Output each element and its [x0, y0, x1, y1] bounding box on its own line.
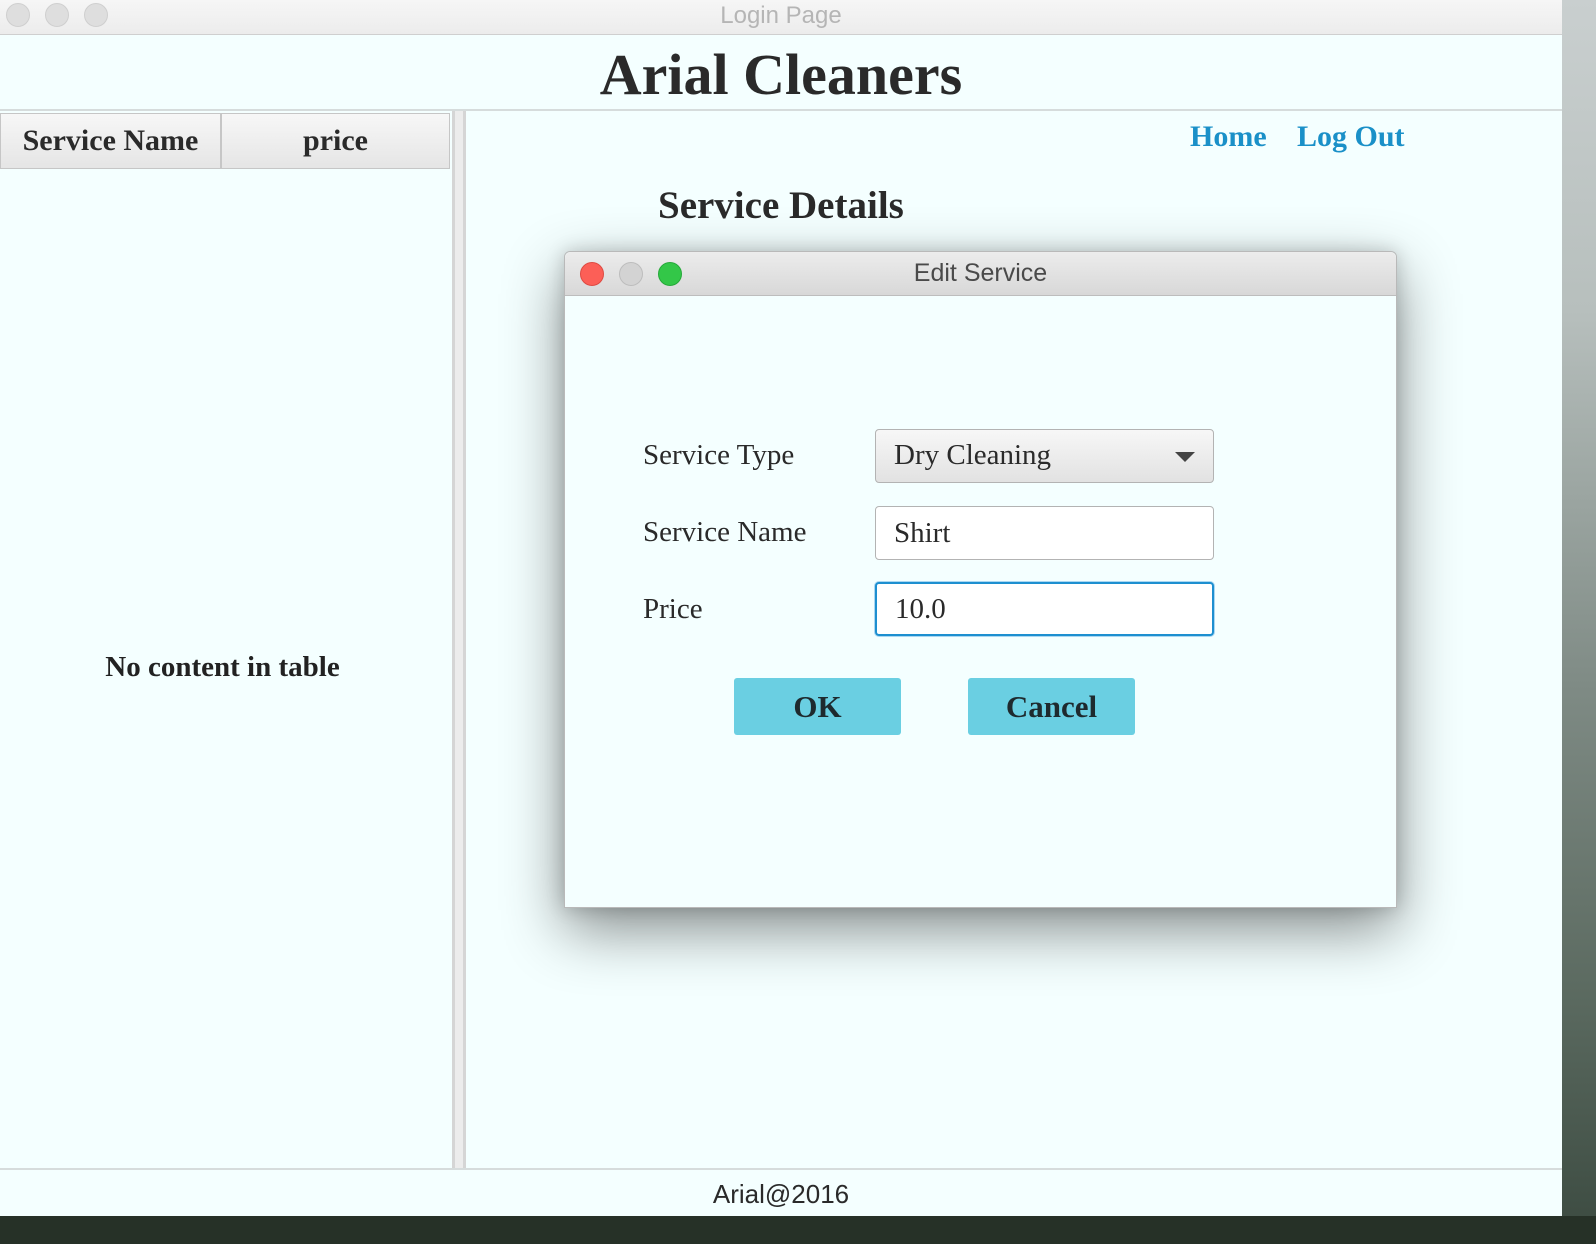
services-table: Service Name price No content in table: [0, 111, 452, 1168]
desktop-background-bottom: [0, 1216, 1596, 1244]
column-header-price[interactable]: price: [221, 113, 450, 169]
app-header: Arial Cleaners: [0, 35, 1562, 111]
price-input[interactable]: [875, 582, 1214, 636]
app-title: Arial Cleaners: [599, 42, 963, 107]
section-title: Service Details: [658, 184, 904, 227]
cancel-button[interactable]: Cancel: [968, 678, 1135, 735]
table-empty-message: No content in table: [105, 651, 340, 683]
desktop-background: [1562, 0, 1596, 1244]
service-type-label: Service Type: [643, 439, 795, 471]
dialog-title: Edit Service: [913, 259, 1048, 287]
split-pane-divider[interactable]: [452, 111, 466, 1168]
chevron-down-icon: [1175, 452, 1195, 462]
service-name-input[interactable]: [875, 506, 1214, 560]
service-type-value: Dry Cleaning: [894, 439, 1052, 471]
edit-service-dialog: Edit Service Service Type Dry Cleaning S…: [564, 251, 1397, 908]
service-name-label: Service Name: [643, 516, 807, 548]
window-title: Login Page: [720, 2, 842, 29]
footer: Arial@2016: [0, 1168, 1562, 1216]
column-header-service-name[interactable]: Service Name: [0, 113, 221, 169]
price-label: Price: [643, 593, 703, 625]
logout-link[interactable]: Log Out: [1297, 120, 1405, 154]
service-type-select[interactable]: Dry Cleaning: [875, 429, 1214, 483]
home-link[interactable]: Home: [1190, 120, 1267, 154]
footer-text: Arial@2016: [712, 1179, 850, 1209]
window-titlebar[interactable]: Login Page: [0, 0, 1562, 35]
main-window: Login Page Arial Cleaners Service Name p…: [0, 0, 1562, 1216]
dialog-titlebar[interactable]: Edit Service: [565, 252, 1396, 296]
ok-button[interactable]: OK: [734, 678, 901, 735]
table-header: Service Name price: [0, 113, 450, 169]
